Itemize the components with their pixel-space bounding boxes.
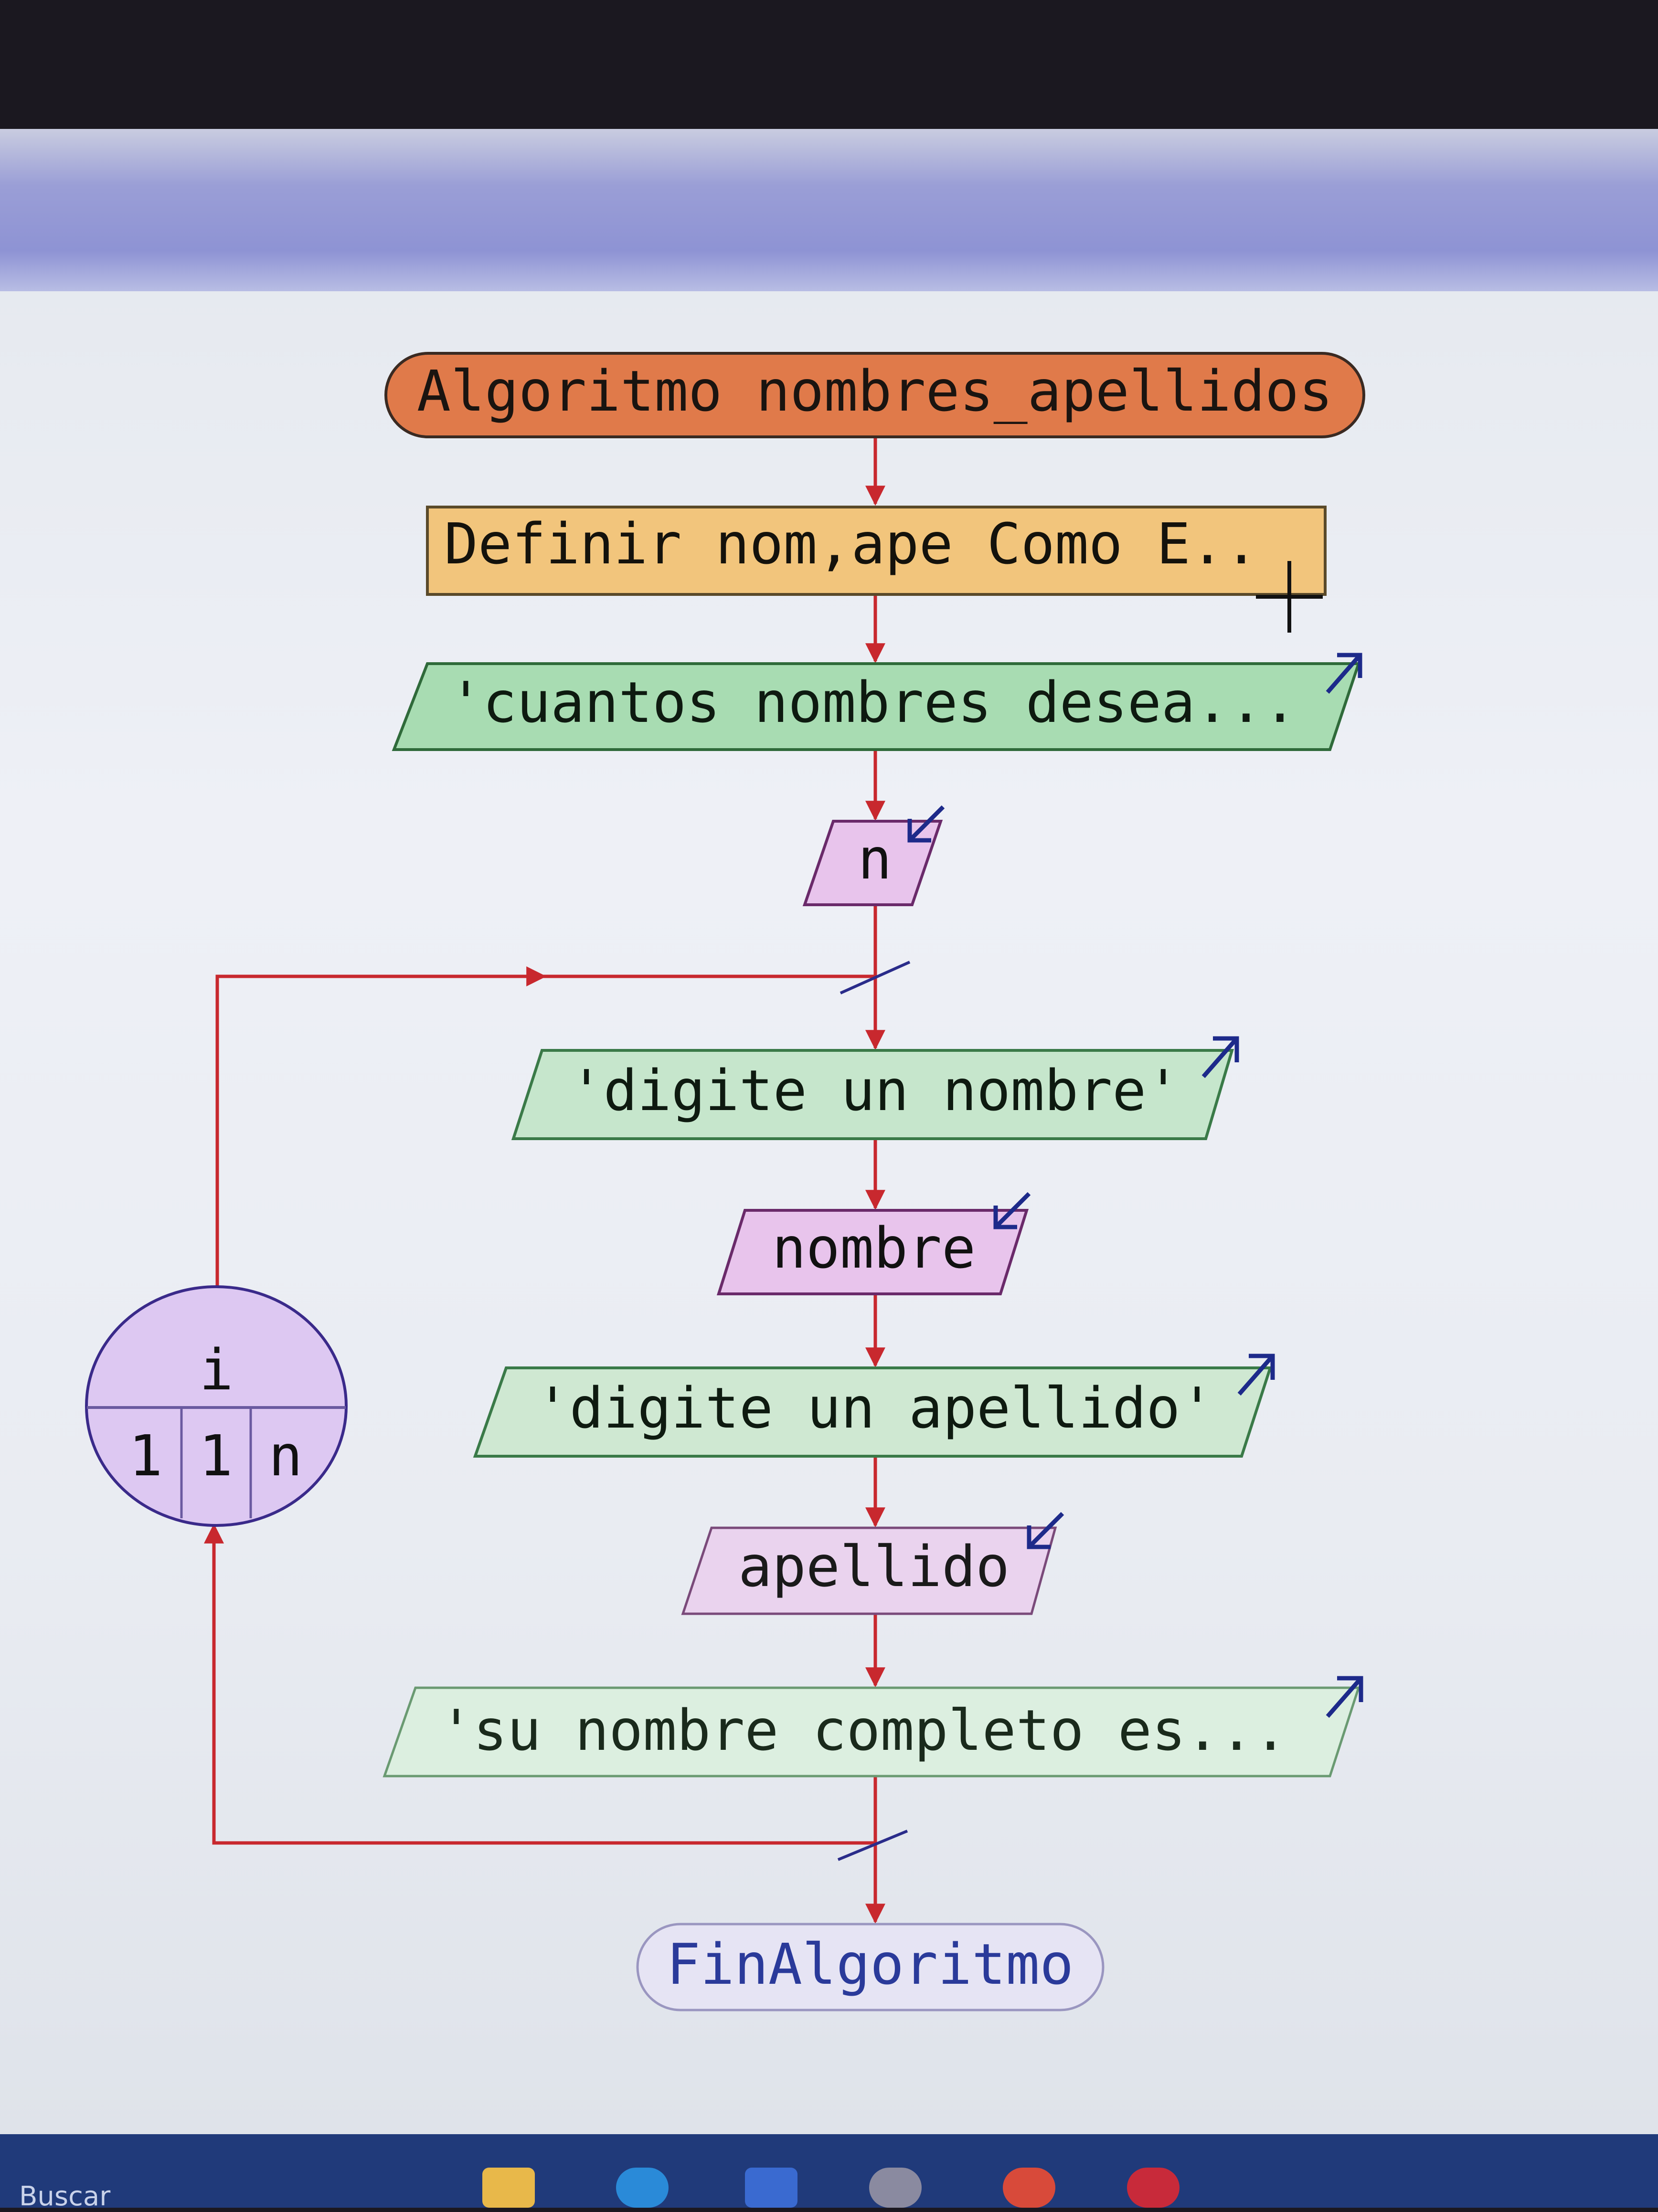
flowchart: Algoritmo nombres_apellidos Definir nom,… (85, 352, 1365, 2011)
loop-variable: i (199, 1337, 233, 1403)
output-cuantos-nombres: 'cuantos nombres desea... (392, 653, 1362, 751)
output-digite-nombre: 'digite un nombre' (511, 1036, 1239, 1140)
app-icon[interactable] (869, 2168, 922, 2208)
store-icon[interactable] (745, 2168, 797, 2208)
output1-label: 'cuantos nombres desea... (449, 669, 1297, 735)
start-label: Algoritmo nombres_apellidos (417, 358, 1333, 424)
opera-icon[interactable] (1127, 2168, 1180, 2208)
input-apellido: apellido (681, 1512, 1064, 1615)
screen: Algoritmo nombres_apellidos Definir nom,… (0, 129, 1658, 2134)
taskbar (0, 2134, 1658, 2208)
output3-label: 'digite un apellido' (536, 1375, 1214, 1441)
taskbar-search-label[interactable]: Buscar (19, 2181, 110, 2212)
define-label: Definir nom,ape Como E.. (444, 511, 1258, 577)
chrome-icon[interactable] (1003, 2168, 1055, 2208)
browser-icon[interactable] (616, 2168, 669, 2208)
end-label: FinAlgoritmo (667, 1931, 1074, 1997)
output4-label: 'su nombre completo es... (439, 1697, 1287, 1763)
loop-start: 1 (128, 1423, 162, 1489)
output-digite-apellido: 'digite un apellido' (473, 1354, 1275, 1458)
input-nombre-label: nombre (772, 1215, 976, 1281)
output2-label: 'digite un nombre' (570, 1058, 1180, 1123)
file-explorer-icon[interactable] (482, 2168, 535, 2208)
input-apellido-label: apellido (738, 1534, 1010, 1599)
output-nombre-completo: 'su nombre completo es... (383, 1676, 1363, 1778)
start-terminal: Algoritmo nombres_apellidos (384, 352, 1365, 438)
end-terminal: FinAlgoritmo (636, 1923, 1105, 2011)
for-loop-node: i 1 1 n (85, 1285, 348, 1527)
input-n: n (802, 805, 945, 906)
input-n-label: n (858, 826, 892, 892)
input-nombre: nombre (716, 1192, 1031, 1295)
loop-end: n (268, 1423, 302, 1489)
loop-step: 1 (199, 1423, 233, 1489)
